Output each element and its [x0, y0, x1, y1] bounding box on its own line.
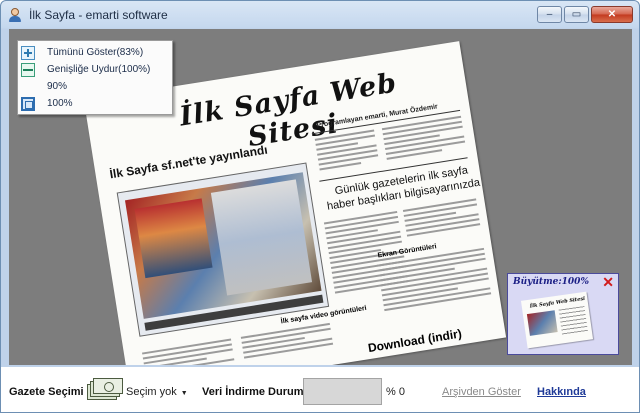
download-progress-bar	[303, 378, 382, 405]
window-title: İlk Sayfa - emarti software	[29, 8, 168, 22]
magnifier-thumbnail: İlk Sayfa Web Sitesi	[520, 291, 594, 349]
app-window: İlk Sayfa - emarti software – ▭ ✕ İlk Sa…	[0, 0, 640, 413]
menu-item-fit-width[interactable]: Genişliğe Uydur(100%)	[18, 61, 172, 78]
newspaper-video-screenshot	[116, 162, 330, 337]
newspaper-selection-dropdown[interactable]: Seçim yok ▼	[126, 386, 188, 398]
status-bar: Gazete Seçimi : Seçim yok ▼ Veri İndirme …	[1, 367, 639, 412]
menu-item-zoom-100[interactable]: 100%	[18, 95, 172, 112]
window-controls: – ▭ ✕	[537, 6, 633, 23]
newspaper-stack-icon[interactable]	[87, 378, 123, 402]
newspaper-download-label: Download (indir)	[367, 326, 463, 356]
actual-size-icon	[21, 96, 35, 111]
fit-all-icon	[21, 45, 35, 60]
app-user-icon	[7, 7, 23, 23]
download-status-label: Veri İndirme Durumu	[202, 386, 311, 398]
menu-item-label: 90%	[47, 81, 68, 92]
about-link[interactable]: Hakkında	[537, 386, 586, 398]
zoom-menu: Tümünü Göster(83%) Genişliğe Uydur(100%)…	[17, 40, 173, 115]
archive-link[interactable]: Arşivden Göster	[442, 386, 521, 398]
magnifier-label: Büyütme:100%	[513, 277, 589, 287]
menu-item-label: Tümünü Göster(83%)	[47, 47, 144, 58]
close-button[interactable]: ✕	[591, 6, 633, 23]
minimize-button[interactable]: –	[537, 6, 562, 23]
download-percent: % 0	[386, 386, 405, 398]
menu-item-zoom-90[interactable]: 90%	[18, 78, 172, 95]
magnifier-panel[interactable]: Büyütme:100% ✕ İlk Sayfa Web Sitesi	[507, 273, 619, 355]
maximize-button[interactable]: ▭	[564, 6, 589, 23]
selection-value: Seçim yok	[126, 386, 177, 398]
menu-item-label: 100%	[47, 98, 73, 109]
chevron-down-icon: ▼	[180, 390, 188, 397]
fit-width-icon	[21, 62, 35, 77]
menu-item-label: Genişliğe Uydur(100%)	[47, 64, 151, 75]
title-bar[interactable]: İlk Sayfa - emarti software – ▭ ✕	[1, 1, 639, 29]
menu-item-fit-all[interactable]: Tümünü Göster(83%)	[18, 44, 172, 61]
newspaper-selection-label: Gazete Seçimi :	[9, 386, 91, 398]
magnifier-close-button[interactable]: ✕	[602, 274, 614, 291]
